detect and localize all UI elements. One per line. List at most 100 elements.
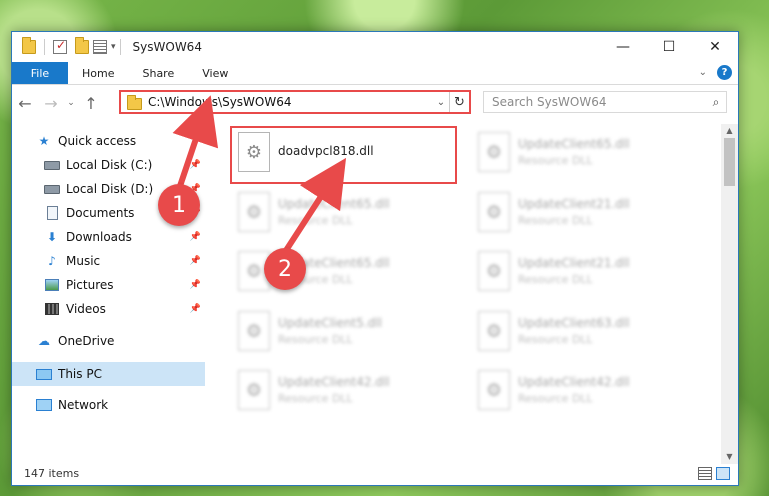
sidebar-item-label: Network	[58, 398, 109, 412]
details-view-icon[interactable]	[698, 467, 712, 480]
file-type: Resource DLL	[518, 392, 593, 405]
file-explorer-window: ▾ SysWOW64 — ☐ ✕ File Home Share View ⌄ …	[11, 31, 739, 486]
sidebar-item-label: Music	[66, 254, 101, 268]
cloud-icon: ☁	[38, 334, 50, 348]
file-highlight-box	[230, 126, 457, 184]
address-bar[interactable]: C:\Windows\SysWOW64 ⌄ ↻	[119, 90, 471, 114]
file-tile[interactable]: UpdateClient42.dll Resource DLL	[232, 364, 458, 416]
divider	[119, 39, 121, 55]
sidebar-item-label: Local Disk (C:)	[66, 158, 153, 172]
sidebar-item-music[interactable]: ♪ Music 📌	[12, 250, 205, 272]
window-title: SysWOW64	[132, 40, 202, 54]
file-type: Resource DLL	[278, 392, 353, 405]
file-type: Resource DLL	[518, 333, 593, 346]
scroll-up-icon[interactable]: ▲	[721, 124, 738, 138]
music-icon: ♪	[48, 254, 56, 268]
file-tile[interactable]: UpdateClient65.dll Resource DLL	[232, 186, 458, 238]
search-icon[interactable]: ⌕	[706, 95, 726, 110]
file-type: Resource DLL	[278, 214, 353, 227]
address-dropdown-button[interactable]: ⌄	[433, 97, 449, 108]
sidebar-item-this-pc[interactable]: This PC	[12, 362, 205, 386]
search-input[interactable]: Search SysWOW64	[492, 95, 706, 109]
address-path[interactable]: C:\Windows\SysWOW64	[148, 95, 433, 109]
dll-file-icon	[478, 192, 510, 232]
new-folder-icon[interactable]	[75, 37, 89, 54]
search-box[interactable]: Search SysWOW64 ⌕	[483, 91, 727, 113]
sidebar-item-label: Quick access	[58, 134, 137, 148]
status-bar: 147 items	[12, 461, 738, 485]
tab-share[interactable]: Share	[128, 62, 188, 84]
refresh-button[interactable]: ↻	[449, 92, 469, 112]
file-type: Resource DLL	[278, 333, 353, 346]
network-icon	[36, 399, 52, 411]
file-tile[interactable]: UpdateClient21.dll Resource DLL	[472, 245, 698, 297]
sidebar-item-local-disk-c[interactable]: Local Disk (C:) 📌	[12, 154, 205, 176]
up-button[interactable]: ↑	[78, 94, 104, 113]
maximize-button[interactable]: ☐	[646, 32, 692, 62]
sidebar-item-label: This PC	[58, 367, 102, 381]
tab-file[interactable]: File	[12, 62, 68, 84]
back-button[interactable]: ←	[12, 94, 38, 113]
star-icon: ★	[38, 134, 50, 148]
help-button[interactable]: ?	[717, 65, 732, 80]
title-bar: ▾ SysWOW64 — ☐ ✕	[12, 32, 738, 62]
tiles-view-icon[interactable]	[716, 467, 730, 480]
dll-file-icon	[478, 251, 510, 291]
sidebar-item-network[interactable]: Network	[12, 394, 205, 416]
ribbon: File Home Share View ⌄ ?	[12, 62, 738, 85]
folder-icon	[127, 94, 142, 110]
dll-file-icon	[238, 192, 270, 232]
pin-icon[interactable]: 📌	[190, 280, 201, 290]
file-type: Resource DLL	[518, 154, 593, 167]
expand-ribbon-button[interactable]: ⌄	[699, 67, 707, 78]
file-tile[interactable]: UpdateClient42.dll Resource DLL	[472, 364, 698, 416]
scrollbar-thumb[interactable]	[724, 138, 735, 186]
dll-file-icon	[478, 132, 510, 172]
file-tile[interactable]: UpdateClient21.dll Resource DLL	[472, 186, 698, 238]
close-button[interactable]: ✕	[692, 32, 738, 62]
ribbon-controls: ⌄ ?	[699, 65, 732, 80]
sidebar-item-videos[interactable]: Videos 📌	[12, 298, 205, 320]
sidebar-item-pictures[interactable]: Pictures 📌	[12, 274, 205, 296]
vertical-scrollbar[interactable]: ▲ ▼	[721, 124, 738, 464]
customize-toolbar-icon[interactable]	[93, 40, 107, 54]
file-name: UpdateClient65.dll	[278, 197, 390, 211]
pictures-icon	[45, 279, 59, 291]
pin-icon[interactable]: 📌	[190, 304, 201, 314]
sidebar-item-label: Videos	[66, 302, 106, 316]
sidebar-item-onedrive[interactable]: ☁ OneDrive	[12, 330, 205, 352]
document-icon	[46, 206, 58, 220]
tab-view[interactable]: View	[188, 62, 242, 84]
dll-file-icon	[478, 370, 510, 410]
pin-icon[interactable]: 📌	[190, 232, 201, 242]
callout-badge-1: 1	[158, 184, 200, 226]
tab-home[interactable]: Home	[68, 62, 128, 84]
sidebar-item-downloads[interactable]: ⬇ Downloads 📌	[12, 226, 205, 248]
forward-button[interactable]: →	[38, 94, 64, 113]
disk-icon	[44, 184, 60, 194]
pin-icon[interactable]: 📌	[190, 256, 201, 266]
file-tile[interactable]: UpdateClient5.dll Resource DLL	[232, 305, 458, 357]
file-tile[interactable]: UpdateClient63.dll Resource DLL	[472, 305, 698, 357]
computer-icon	[36, 368, 52, 380]
callout-badge-2: 2	[264, 248, 306, 290]
minimize-button[interactable]: —	[600, 32, 646, 62]
file-list: doadvpcl818.dll UpdateClient65.dll Resou…	[208, 124, 722, 464]
file-name: UpdateClient63.dll	[518, 316, 630, 330]
item-count: 147 items	[24, 466, 80, 480]
sidebar-item-quick-access[interactable]: ★ Quick access	[12, 130, 205, 152]
recent-locations-button[interactable]: ⌄	[64, 98, 78, 108]
sidebar-item-label: Downloads	[66, 230, 132, 244]
file-tile[interactable]: UpdateClient65.dll Resource DLL	[472, 126, 698, 178]
divider	[44, 39, 45, 55]
properties-icon[interactable]	[53, 38, 67, 54]
dll-file-icon	[238, 370, 270, 410]
disk-icon	[44, 160, 60, 170]
sidebar-item-label: Local Disk (D:)	[66, 182, 154, 196]
chevron-down-icon[interactable]: ▾	[111, 42, 116, 52]
file-name: UpdateClient21.dll	[518, 256, 630, 270]
file-name: UpdateClient42.dll	[518, 375, 630, 389]
folder-icon	[22, 37, 36, 54]
sidebar-item-label: OneDrive	[58, 334, 115, 348]
pin-icon[interactable]: 📌	[190, 160, 201, 170]
